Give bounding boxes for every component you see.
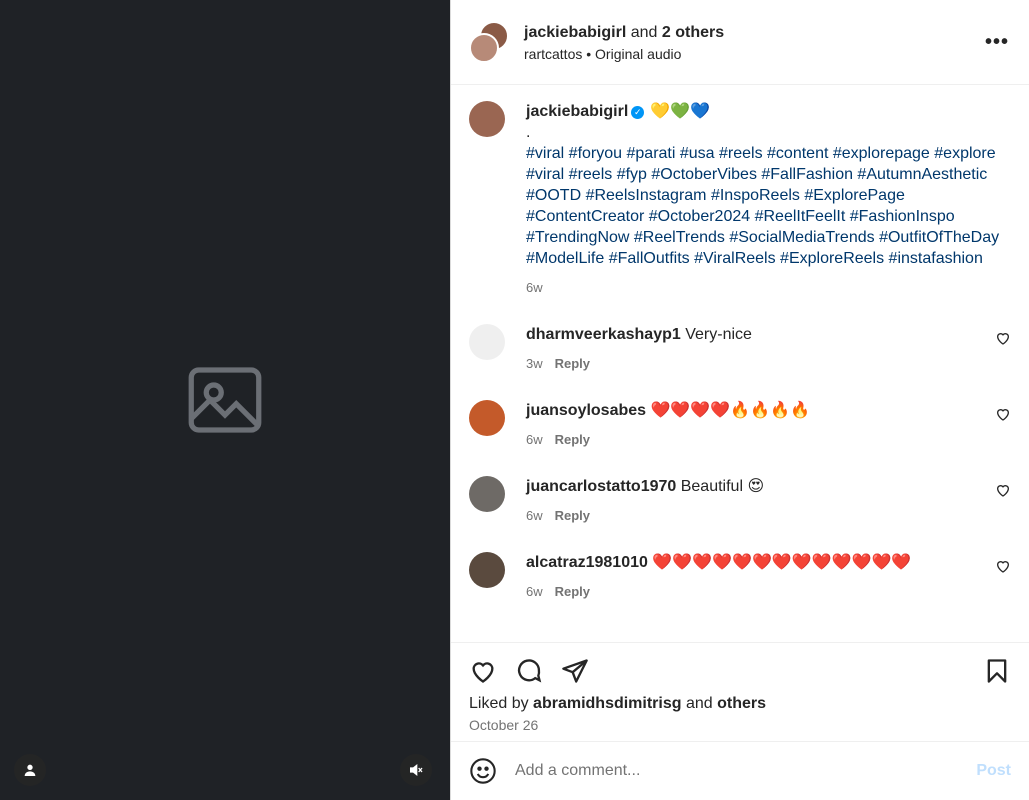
liked-by: Liked by abramidhsdimitrisg and others [469,695,1011,713]
comment-text: ❤️❤️❤️❤️🔥🔥🔥🔥 [650,402,810,419]
comments-scroll-area[interactable]: jackiebabigirl ✓ 💛💚💙 . #viral #foryou #par… [451,85,1029,642]
verified-badge-icon: ✓ [631,106,645,119]
comment-text: Very-nice [685,326,752,343]
header-text: jackiebabigirl and 2 others rartcattos •… [524,22,983,62]
caption-age: 6w [526,280,543,295]
avatar[interactable] [469,324,505,360]
post-actions: Liked by abramidhsdimitrisg and others O… [451,642,1029,741]
comment-username[interactable]: juansoylosabes [526,402,646,419]
reply-button[interactable]: Reply [555,584,590,599]
caption-emojis: 💛💚💙 [650,103,711,120]
comment-text: Beautiful 😍 [680,478,765,495]
like-comment-icon[interactable] [995,330,1011,346]
caption-username[interactable]: jackiebabigirl [526,103,628,120]
comment-meta: 6w Reply [526,581,995,602]
comment: juancarlostatto1970 Beautiful 😍 6w Reply [469,476,1011,526]
avatar[interactable] [469,101,505,137]
comment-username[interactable]: alcatraz1981010 [526,554,648,571]
share-send-icon[interactable] [561,657,589,685]
caption-body: jackiebabigirl ✓ 💛💚💙 . #viral #foryou #par… [526,101,1011,298]
comment-meta: 3w Reply [526,353,995,374]
post-side-panel: jackiebabigirl and 2 others rartcattos •… [450,0,1029,800]
image-placeholder-icon [188,367,262,433]
comment-username[interactable]: dharmveerkashayp1 [526,326,681,343]
image-placeholder [0,0,450,800]
more-horizontal-icon: ••• [984,30,1009,53]
speaker-muted-icon [410,763,423,777]
comment-body: dharmveerkashayp1 Very-nice 3w Reply [526,324,995,374]
comment: dharmveerkashayp1 Very-nice 3w Reply [469,324,1011,374]
audio-link[interactable]: rartcattos • Original audio [524,46,983,62]
post-viewer: jackiebabigirl and 2 others rartcattos •… [0,0,1029,800]
comment-list: dharmveerkashayp1 Very-nice 3w Reply juan… [469,324,1011,602]
like-comment-icon[interactable] [995,406,1011,422]
reply-button[interactable]: Reply [555,356,590,371]
comment-input[interactable] [513,761,977,781]
liked-others-link[interactable]: others [717,695,766,712]
liked-joiner: and [685,695,713,712]
like-comment-icon[interactable] [995,558,1011,574]
post-date[interactable]: October 26 [469,717,1011,733]
comment: juansoylosabes ❤️❤️❤️❤️🔥🔥🔥🔥 6w Reply [469,400,1011,450]
comment-meta: 6w Reply [526,429,995,450]
post-button[interactable]: Post [976,762,1011,780]
caption: jackiebabigirl ✓ 💛💚💙 . #viral #foryou #par… [469,101,1011,298]
collab-avatars[interactable] [469,21,509,63]
mute-toggle-button[interactable] [400,754,432,786]
comment: alcatraz1981010 ❤️❤️❤️❤️❤️❤️❤️❤️❤️❤️❤️❤️… [469,552,1011,602]
comment-body: alcatraz1981010 ❤️❤️❤️❤️❤️❤️❤️❤️❤️❤️❤️❤️… [526,552,995,602]
media-panel[interactable] [0,0,450,800]
comment-composer: Post [451,741,1029,800]
avatar[interactable] [469,552,505,588]
like-heart-icon[interactable] [469,657,497,685]
comment-age: 6w [526,584,543,599]
action-row [469,657,1011,685]
avatar [469,33,499,63]
liked-user-link[interactable]: abramidhsdimitrisg [533,695,681,712]
comment-body: juancarlostatto1970 Beautiful 😍 6w Reply [526,476,995,526]
avatar[interactable] [469,476,505,512]
comment-body: juansoylosabes ❤️❤️❤️❤️🔥🔥🔥🔥 6w Reply [526,400,995,450]
post-header: jackiebabigirl and 2 others rartcattos •… [451,0,1029,85]
comment-age: 6w [526,432,543,447]
others-link[interactable]: 2 others [662,24,724,41]
emoji-picker-icon[interactable] [469,757,497,785]
comment-bubble-icon[interactable] [515,657,543,685]
tagged-users-button[interactable] [14,754,46,786]
caption-dot: . [526,124,531,141]
comment-text: ❤️❤️❤️❤️❤️❤️❤️❤️❤️❤️❤️❤️❤️ [652,554,912,571]
header-authors: jackiebabigirl and 2 others [524,22,983,44]
like-comment-icon[interactable] [995,482,1011,498]
caption-hashtags[interactable]: #viral #foryou #parati #usa #reels #cont… [526,143,1011,269]
comment-age: 3w [526,356,543,371]
comment-meta: 6w Reply [526,505,995,526]
comment-age: 6w [526,508,543,523]
reply-button[interactable]: Reply [555,432,590,447]
reply-button[interactable]: Reply [555,508,590,523]
comment-username[interactable]: juancarlostatto1970 [526,478,676,495]
more-options-button[interactable]: ••• [983,28,1011,56]
person-icon [24,764,36,776]
avatar[interactable] [469,400,505,436]
author-link[interactable]: jackiebabigirl [524,24,626,41]
liked-prefix: Liked by [469,695,529,712]
header-joiner: and [630,24,658,41]
bookmark-icon[interactable] [983,657,1011,685]
